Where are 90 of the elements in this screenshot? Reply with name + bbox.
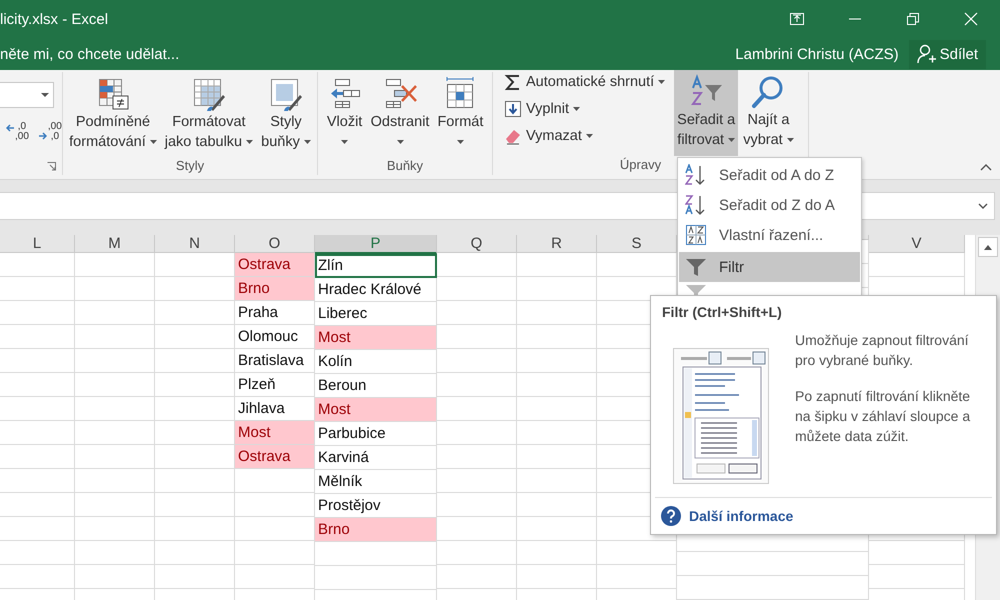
caret-icon	[304, 140, 311, 144]
table-cell: Beroun	[315, 374, 437, 398]
expand-icon	[978, 203, 988, 209]
caret-icon	[658, 80, 666, 84]
table-cell: Plzeň	[235, 373, 315, 397]
sum-icon	[504, 73, 522, 91]
menu-item[interactable]: Vlastní řazení...	[679, 220, 860, 250]
table-cell: Brno	[235, 277, 315, 301]
table-cell: Zlín	[315, 254, 437, 278]
fill-down-icon	[504, 100, 522, 118]
tooltip-text: Po zapnutí filtrování klikněte na šipku v záhlaví sloupce a můžete data zúžit.	[795, 387, 972, 446]
sort-ascending-icon	[685, 164, 707, 186]
table-cell: Bratislava	[235, 349, 315, 373]
table-cell: Most	[315, 398, 437, 422]
scroll-up-button[interactable]	[978, 237, 998, 257]
add-person-icon	[916, 44, 937, 64]
ribbon-display-icon	[790, 13, 804, 25]
table-cell: Prostějov	[315, 494, 437, 518]
table-cell: Hradec Králové	[315, 278, 437, 302]
caret-icon	[728, 138, 736, 142]
column-header[interactable]: L	[0, 235, 75, 253]
window-title: licity.xlsx - Excel	[0, 10, 108, 28]
table-cell: Ostrava	[235, 445, 315, 469]
table-cell: Kolín	[315, 350, 437, 374]
table-cell: Most	[235, 421, 315, 445]
dropdown-arrow-icon	[41, 93, 49, 97]
ribbon-button[interactable]: Odstranit	[368, 72, 432, 158]
table-cell: Mělník	[315, 470, 437, 494]
table-cell: Brno	[315, 518, 437, 542]
share-button[interactable]: Sdílet	[908, 40, 986, 68]
ribbon-button[interactable]: Seřadit a filtrovat	[674, 70, 738, 156]
group-label: Buňky	[386, 158, 424, 175]
number-format-field[interactable]	[0, 82, 54, 108]
ribbon-button[interactable]: Najít a vybrat	[740, 70, 797, 156]
up-arrow-icon	[984, 244, 992, 250]
menu-item[interactable]: Seřadit od A do Z	[679, 160, 860, 190]
column-header[interactable]: N	[155, 235, 235, 253]
column-header[interactable]: R	[517, 235, 597, 253]
arrow-icon	[6, 124, 14, 132]
menu-item[interactable]: Filtr	[679, 252, 860, 282]
menu-item[interactable]: Seřadit od Z do A	[679, 190, 860, 220]
custom-sort-icon	[685, 224, 707, 246]
collapse-ribbon-icon[interactable]	[980, 164, 992, 171]
increase-decimal-button[interactable]: ,00 ,0	[38, 122, 62, 142]
table-cell: Jihlava	[235, 397, 315, 421]
group-label: Úpravy	[620, 157, 662, 174]
column-header[interactable]: M	[75, 235, 155, 253]
caret-icon	[246, 140, 254, 144]
ribbon-button[interactable]: Podmíněné formátování	[66, 72, 160, 158]
ribbon-button[interactable]: Vyplnit	[501, 97, 668, 121]
column-header[interactable]: V	[869, 235, 965, 253]
caret-icon	[786, 138, 794, 142]
ribbon-button[interactable]: Styly buňky	[258, 72, 314, 158]
table-cell: Liberec	[315, 302, 437, 326]
sort-descending-icon	[685, 194, 707, 216]
caret-icon	[341, 140, 348, 144]
close-icon	[964, 12, 978, 26]
filter-icon	[685, 256, 707, 278]
table-cell: Most	[315, 326, 437, 350]
table-cell: Parbubice	[315, 422, 437, 446]
caret-icon	[456, 140, 464, 144]
decrease-decimal-button[interactable]: ,0 ,00	[6, 122, 29, 142]
table-cell: Olomouc	[235, 325, 315, 349]
table-cell: Ostrava	[235, 253, 315, 277]
eraser-icon	[504, 127, 522, 145]
caret-icon	[150, 140, 157, 144]
table-cell: Karviná	[315, 446, 437, 470]
ribbon-button[interactable]: Vymazat	[501, 124, 668, 148]
caret-icon	[396, 140, 404, 144]
column-header[interactable]: S	[597, 235, 677, 253]
ribbon-button[interactable]: Vložit	[324, 72, 366, 158]
arrow-icon	[38, 132, 47, 140]
column-header[interactable]: O	[235, 235, 315, 253]
column-header[interactable]: P	[315, 235, 437, 254]
tooltip-text: Umožňuje zapnout filtrování pro vybrané buňky.	[795, 331, 970, 370]
minimize-icon	[849, 18, 861, 20]
caret-icon	[572, 107, 580, 111]
dialog-launcher-icon[interactable]	[47, 162, 56, 171]
caret-icon	[586, 134, 593, 138]
ribbon-button[interactable]: Formát	[434, 72, 486, 158]
table-cell: Praha	[235, 301, 315, 325]
tooltip-title: Filtr (Ctrl+Shift+L)	[662, 304, 783, 320]
ribbon-button[interactable]: Formátovat jako tabulku	[162, 72, 256, 158]
help-icon	[661, 506, 681, 526]
restore-icon	[907, 13, 919, 25]
group-label: Styly	[176, 158, 204, 175]
column-header[interactable]: Q	[437, 235, 517, 253]
user-name: Lambrini Christu (ACZS)	[735, 46, 899, 62]
ribbon-button[interactable]: Automatické shrnutí	[501, 70, 668, 94]
more-info-link[interactable]: Další informace	[689, 508, 794, 524]
